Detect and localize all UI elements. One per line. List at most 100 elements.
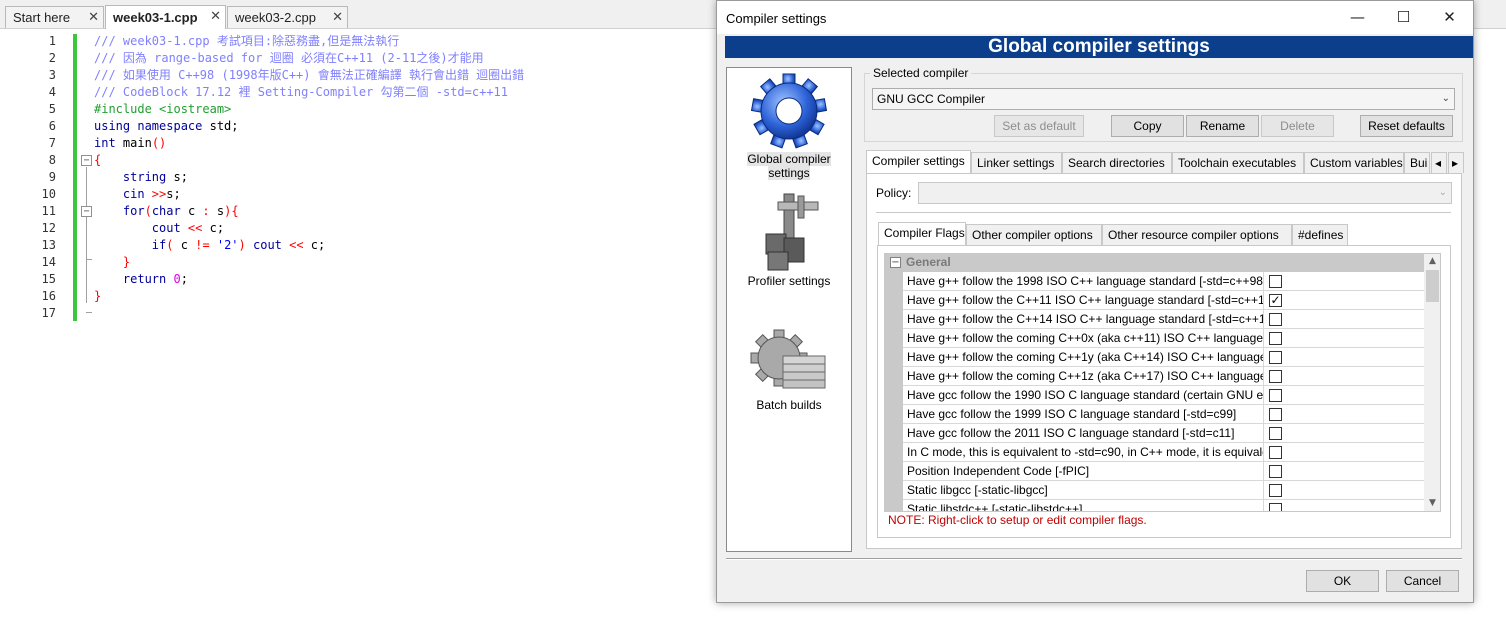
flag-checkbox[interactable] [1269,427,1282,440]
code-token: using namespace [94,119,203,133]
subtab-defines[interactable]: #defines [1292,224,1348,245]
code-token: != [195,238,210,252]
collapse-icon[interactable]: − [890,257,901,268]
flag-row[interactable]: Have gcc follow the 1990 ISO C language … [903,386,1424,405]
line-number: 4 [48,85,56,99]
flag-row[interactable]: Have g++ follow the C++14 ISO C++ langua… [903,310,1424,329]
flag-checkbox[interactable] [1269,446,1282,459]
flag-checkbox[interactable] [1269,465,1282,478]
code-line-6: using namespace std; [94,118,239,135]
tab-custom-variables[interactable]: Custom variables [1304,152,1404,173]
flag-checkbox[interactable] [1269,484,1282,497]
flag-row[interactable]: In C mode, this is equivalent to -std=c9… [903,443,1424,462]
tab-start-here[interactable]: Start here ✕ [5,6,104,28]
rename-button[interactable]: Rename [1186,115,1259,137]
flag-row[interactable]: Have g++ follow the coming C++1z (aka C+… [903,367,1424,386]
code-token: s; [166,170,188,184]
category-profiler[interactable]: Profiler settings [727,192,851,288]
line-number: 9 [48,170,56,184]
flag-row[interactable]: Have g++ follow the coming C++0x (aka c+… [903,329,1424,348]
minimize-button[interactable]: — [1335,1,1380,34]
subtab-other-compiler-options[interactable]: Other compiler options [966,224,1102,245]
flag-row[interactable]: Have g++ follow the C++11 ISO C++ langua… [903,291,1424,310]
column-divider [1263,329,1264,348]
flag-text: Have gcc follow the 1990 ISO C language … [907,388,1263,402]
flag-checkbox[interactable] [1269,332,1282,345]
grid-scrollbar[interactable]: ▲ ▼ [1424,254,1440,511]
dialog-titlebar[interactable]: Compiler settings — ☐ ✕ [717,1,1473,34]
reset-defaults-button[interactable]: Reset defaults [1360,115,1453,137]
compiler-flags-note: NOTE: Right-click to setup or edit compi… [888,513,1147,527]
tab-search-directories[interactable]: Search directories [1062,152,1172,173]
tab-linker-settings[interactable]: Linker settings [971,152,1062,173]
code-token: c; [303,238,326,252]
scroll-up-icon[interactable]: ▲ [1424,256,1440,266]
code-token: ; [180,272,188,286]
line-number: 16 [41,289,56,303]
column-divider [1263,348,1264,367]
code-token: c [180,204,203,218]
close-icon[interactable]: ✕ [88,9,99,25]
policy-select[interactable]: ⌄ [918,182,1452,204]
tab-toolchain-executables[interactable]: Toolchain executables [1172,152,1304,173]
flag-checkbox[interactable] [1269,370,1282,383]
flag-row[interactable]: Have g++ follow the 1998 ISO C++ languag… [903,272,1424,291]
tab-week03-2[interactable]: week03-2.cpp ✕ [227,6,348,28]
line-number: 8 [48,153,56,167]
code-token: c; [202,221,225,235]
flag-row[interactable]: Position Independent Code [-fPIC] [903,462,1424,481]
code-token: >> [151,187,167,201]
flag-row[interactable]: Static libstdc++ [-static-libstdc++] [903,500,1424,511]
code-token: 0 [173,272,181,286]
flag-row[interactable]: Have gcc follow the 2011 ISO C language … [903,424,1424,443]
settings-category-list: Global compiler settings Profiler settin… [726,67,852,552]
column-divider [1263,310,1264,329]
delete-button[interactable]: Delete [1261,115,1334,137]
scroll-down-icon[interactable]: ▼ [1424,498,1440,508]
set-as-default-button[interactable]: Set as default [994,115,1084,137]
fold-toggle-icon[interactable]: − [81,206,92,217]
tab-label: week03-2.cpp [235,10,316,25]
tab-scroll-left-icon[interactable]: ◂ [1431,152,1447,173]
close-icon[interactable]: ✕ [332,9,343,25]
category-batch-builds[interactable]: Batch builds [727,326,851,412]
flag-checkbox[interactable] [1269,275,1282,288]
tab-scroll-right-icon[interactable]: ▸ [1448,152,1464,173]
flag-checkbox[interactable] [1269,313,1282,326]
selected-compiler-label: Selected compiler [870,66,972,80]
code-line-11: for(char c : s){ [94,203,239,220]
flag-text: Have g++ follow the 1998 ISO C++ languag… [907,274,1263,288]
grid-margin [885,272,903,511]
close-button[interactable]: ✕ [1427,1,1472,34]
subtab-other-resource-options[interactable]: Other resource compiler options [1102,224,1292,245]
subtab-compiler-flags[interactable]: Compiler Flags [878,222,966,246]
tab-compiler-settings[interactable]: Compiler settings [866,150,971,174]
flag-checkbox[interactable] [1269,351,1282,364]
line-number: 11 [41,204,56,218]
maximize-button[interactable]: ☐ [1381,1,1426,34]
compiler-select[interactable]: GNU GCC Compiler ⌄ [872,88,1455,110]
tab-build-options[interactable]: Bui [1404,152,1430,173]
flag-row[interactable]: Have g++ follow the coming C++1y (aka C+… [903,348,1424,367]
flag-checkbox[interactable] [1269,503,1282,511]
tab-week03-1[interactable]: week03-1.cpp ✕ [105,5,226,29]
flag-category-header[interactable]: − General [885,254,1424,272]
close-icon[interactable]: ✕ [210,8,221,24]
fold-toggle-icon[interactable]: − [81,155,92,166]
flag-checkbox-checked[interactable]: ✓ [1269,294,1282,307]
code-token: cin [94,187,152,201]
flag-row[interactable]: Static libgcc [-static-libgcc] [903,481,1424,500]
code-token: main [115,136,152,150]
cancel-button[interactable]: Cancel [1386,570,1459,592]
flag-row[interactable]: Have gcc follow the 1999 ISO C language … [903,405,1424,424]
line-number: 17 [41,306,56,320]
flag-checkbox[interactable] [1269,408,1282,421]
chevron-down-icon: ⌄ [1441,93,1450,104]
chevron-down-icon: ⌄ [1438,187,1447,198]
scrollbar-thumb[interactable] [1426,270,1439,302]
copy-button[interactable]: Copy [1111,115,1184,137]
flag-checkbox[interactable] [1269,389,1282,402]
code-editor[interactable]: 1 2 3 4 5 6 7 8 9 10 11 12 13 14 15 16 1… [0,30,716,632]
category-global-compiler[interactable]: Global compiler settings [727,70,851,180]
ok-button[interactable]: OK [1306,570,1379,592]
